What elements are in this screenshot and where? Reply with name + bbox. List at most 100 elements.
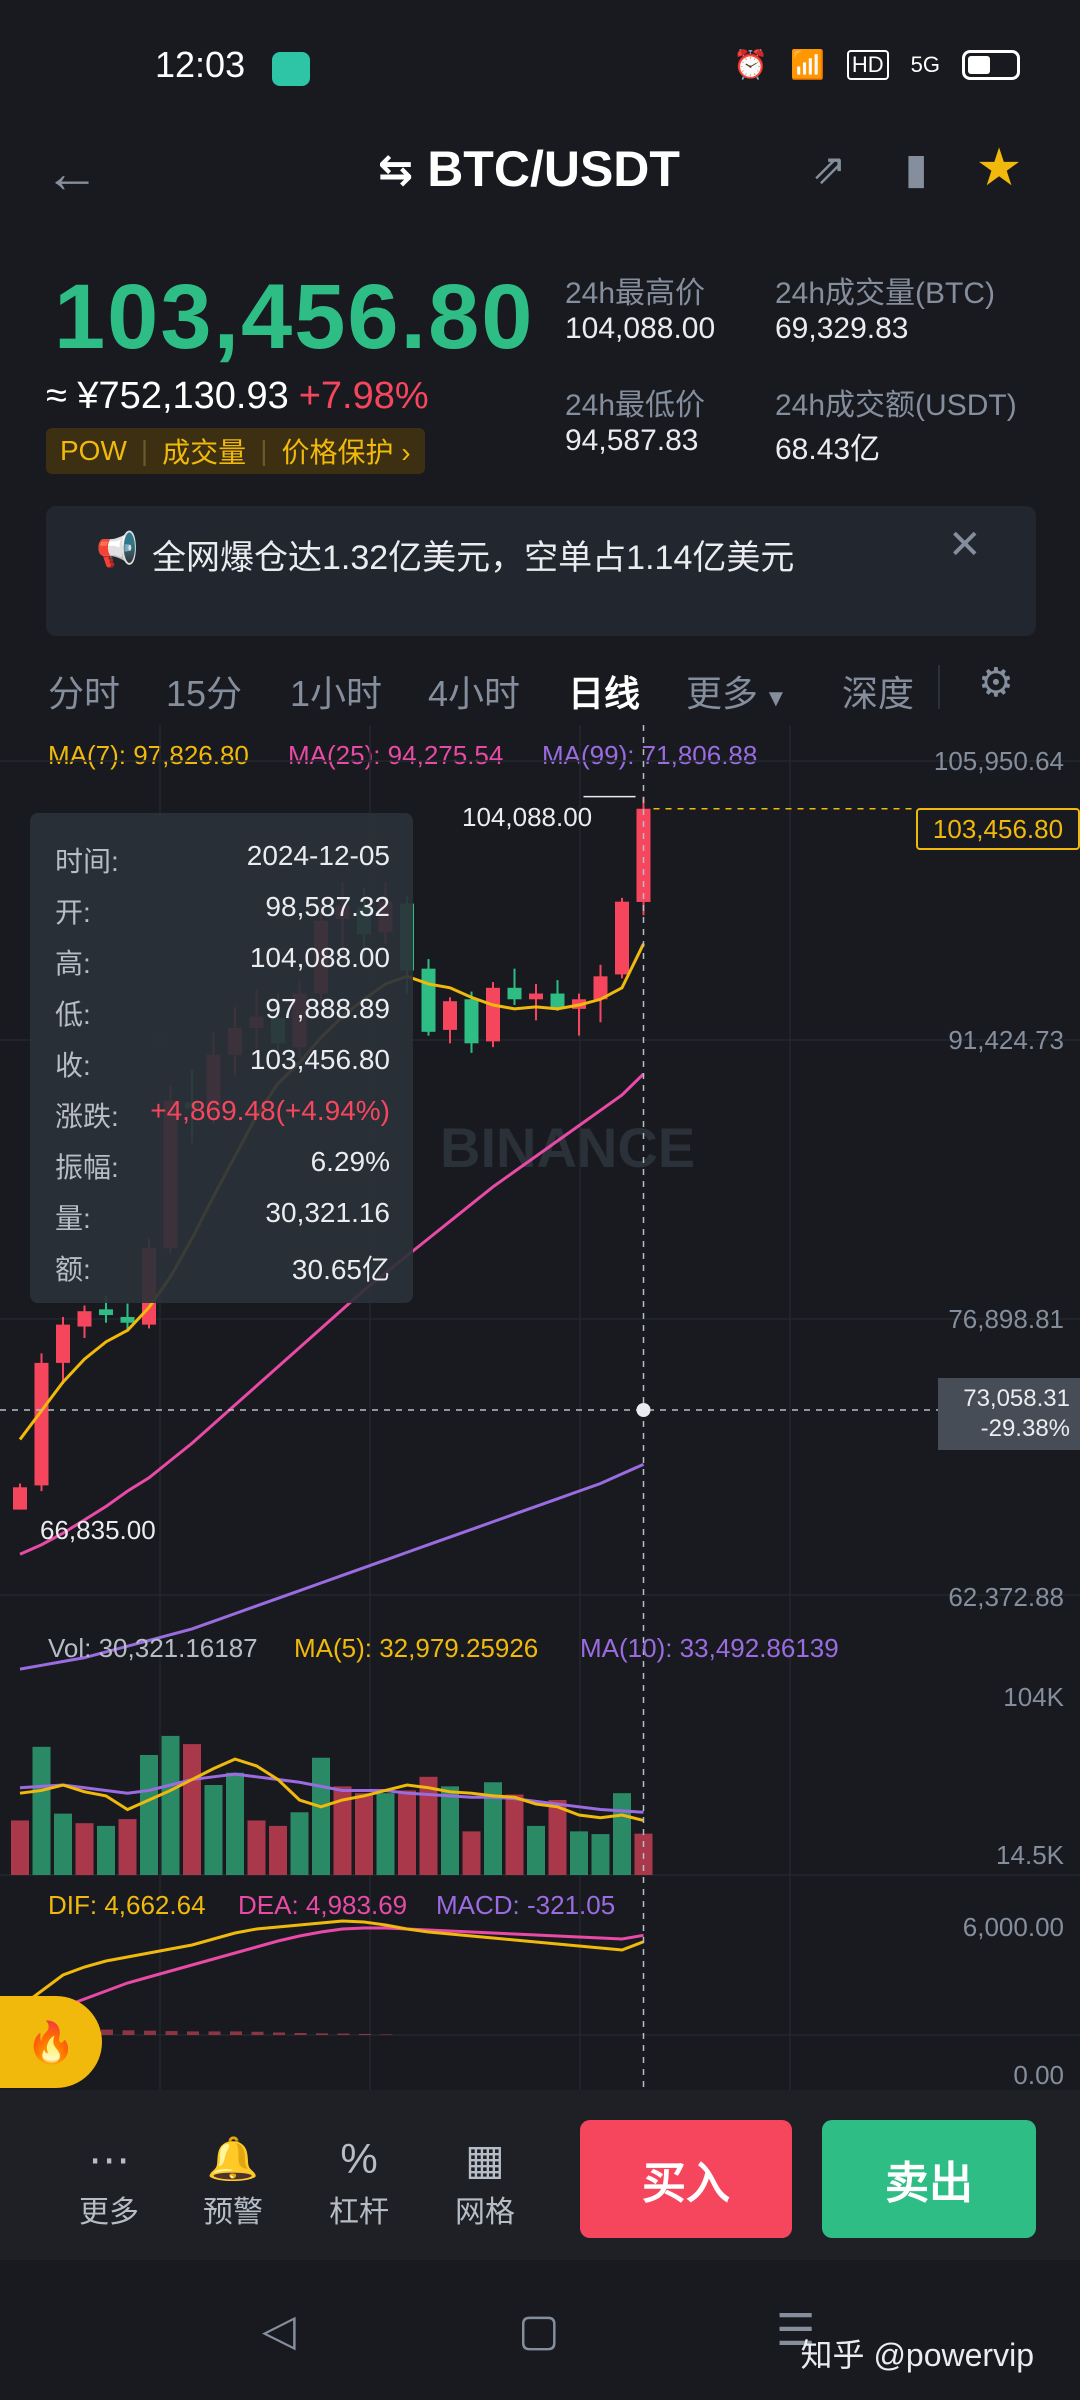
volume-bar	[97, 1825, 115, 1875]
tooltip-key: 开:	[55, 897, 91, 928]
buy-button[interactable]: 买入	[580, 2120, 792, 2238]
low-value: 94,587.83	[565, 424, 699, 457]
last-price: 103,456.80	[54, 266, 535, 368]
tool-grid[interactable]: ▦ 网格	[430, 2135, 540, 2231]
volume-bar	[613, 1793, 631, 1875]
tooltip-value: 97,888.89	[265, 993, 390, 1024]
volume-bar	[527, 1825, 545, 1875]
tab-divider	[938, 665, 940, 709]
price-axis-2: 91,424.73	[948, 1025, 1064, 1055]
candle-body	[77, 1311, 92, 1327]
cny-price: ≈ ¥752,130.93 +7.98%	[46, 375, 429, 418]
macd-hist-bar	[122, 2030, 135, 2035]
vol-axis-bottom: 14.5K	[996, 1840, 1064, 1870]
candle-body	[421, 968, 436, 1032]
tab-daily[interactable]: 日线	[568, 665, 640, 717]
tag-pow[interactable]: POW	[60, 435, 127, 467]
back-arrow-icon[interactable]: ←	[44, 140, 100, 205]
chevron-down-icon: ▼	[764, 685, 788, 712]
tooltip-value: 98,587.32	[265, 891, 390, 922]
tooltip-row: 开: 98,587.32	[55, 891, 390, 931]
price-axis-3: 76,898.81	[948, 1304, 1064, 1334]
vol-usdt-label: 24h成交额(USDT)	[775, 389, 1017, 422]
candle-body	[507, 987, 522, 1000]
candle-body	[120, 1316, 135, 1323]
volume-bar	[226, 1772, 244, 1875]
volume-bar	[183, 1744, 201, 1875]
vol-legend: Vol: 30,321.16187	[48, 1633, 258, 1663]
pair-title[interactable]: ⇆ BTC/USDT	[378, 140, 680, 198]
tool-alert-label: 预警	[203, 2196, 263, 2229]
tag-volume[interactable]: 成交量	[162, 431, 246, 471]
change-pct: +7.98%	[298, 375, 429, 417]
dea-legend: DEA: 4,983.69	[238, 1890, 408, 1920]
tab-15m[interactable]: 15分	[166, 665, 242, 717]
macd-hist-bar	[187, 2031, 199, 2035]
tool-more[interactable]: ⋯ 更多	[54, 2135, 164, 2231]
network-5g: 5G	[910, 51, 940, 77]
fire-icon[interactable]: 🔥	[0, 1996, 102, 2088]
volume-bar	[75, 1823, 94, 1875]
tooltip-key: 收:	[55, 1050, 91, 1081]
candle-body	[443, 1001, 457, 1030]
tool-more-label: 更多	[79, 2196, 139, 2229]
high-value: 104,088.00	[565, 312, 716, 345]
compare-icon[interactable]: ▮	[893, 145, 939, 192]
watermark: 知乎 @powervip	[800, 2337, 1034, 2373]
volume-bar	[11, 1820, 29, 1875]
notice-text[interactable]: 全网爆仓达1.32亿美元，空单占1.14亿美元	[152, 530, 794, 579]
battery-icon	[962, 49, 1020, 80]
tab-timeline[interactable]: 分时	[48, 665, 120, 717]
volume-bar	[140, 1755, 158, 1875]
tags[interactable]: POW | 成交量 | 价格保护 ›	[46, 428, 425, 474]
macd-hist-bar	[294, 2033, 307, 2035]
volume-bar	[290, 1812, 309, 1875]
volume-bar	[54, 1813, 72, 1875]
pair-name: BTC/USDT	[427, 141, 680, 197]
dif-line	[19, 1919, 645, 2009]
tab-4h[interactable]: 4小时	[428, 665, 520, 717]
tool-alert[interactable]: 🔔 预警	[178, 2135, 288, 2231]
tool-grid-label: 网格	[455, 2196, 515, 2229]
megaphone-icon: 📢	[96, 531, 139, 569]
chart-settings-icon[interactable]: ⚙	[978, 660, 1014, 706]
volume-bar	[355, 1793, 373, 1875]
tool-leverage[interactable]: % 杠杆	[304, 2135, 414, 2231]
close-icon[interactable]: ✕	[948, 522, 982, 568]
low-label: 24h最低价	[565, 389, 706, 422]
binance-watermark: BINANCE	[440, 1116, 695, 1179]
volume-bar	[570, 1831, 588, 1875]
tab-depth[interactable]: 深度	[842, 665, 914, 717]
macd-hist-bar	[337, 2033, 350, 2035]
macd-hist-bar	[230, 2031, 242, 2035]
nav-back-icon[interactable]: ◁	[262, 2305, 296, 2356]
vol-ma5-legend: MA(5): 32,979.25926	[294, 1633, 539, 1663]
tooltip-key: 高:	[55, 948, 91, 979]
tab-more-label: 更多	[686, 673, 759, 714]
tooltip-row: 时间: 2024-12-05	[55, 840, 390, 880]
app-notification-icon	[272, 52, 310, 86]
candle-body	[34, 1362, 49, 1486]
nav-home-icon[interactable]: ▢	[518, 2305, 560, 2356]
crosshair-pct: -29.38%	[980, 1415, 1070, 1442]
tooltip-value: 30,321.16	[265, 1197, 390, 1228]
sell-button[interactable]: 卖出	[822, 2120, 1036, 2238]
tab-1h[interactable]: 1小时	[290, 665, 382, 717]
vol-axis-top: 104K	[1003, 1682, 1064, 1712]
tooltip-key: 低:	[55, 999, 91, 1030]
macd-axis-bottom: 0.00	[1013, 2060, 1064, 2090]
tab-more[interactable]: 更多 ▼	[686, 665, 788, 717]
high-marker: 104,088.00	[462, 802, 593, 832]
tooltip-value: 103,456.80	[249, 1044, 390, 1075]
macd-hist-bar	[144, 2030, 156, 2035]
tooltip-row: 涨跌: +4,869.48(+4.94%)	[55, 1095, 390, 1135]
volume-bar	[161, 1735, 180, 1875]
tooltip-row: 收: 103,456.80	[55, 1044, 390, 1084]
macd-hist-bar	[359, 2033, 371, 2035]
vol-usdt-value: 68.43亿	[775, 433, 881, 466]
current-price-badge: 103,456.80	[916, 808, 1080, 850]
tooltip-key: 额:	[55, 1254, 91, 1285]
tag-price-protect[interactable]: 价格保护 ›	[281, 431, 410, 471]
share-icon[interactable]: ⇗	[806, 145, 852, 192]
favorite-star-icon[interactable]: ★	[976, 139, 1023, 197]
